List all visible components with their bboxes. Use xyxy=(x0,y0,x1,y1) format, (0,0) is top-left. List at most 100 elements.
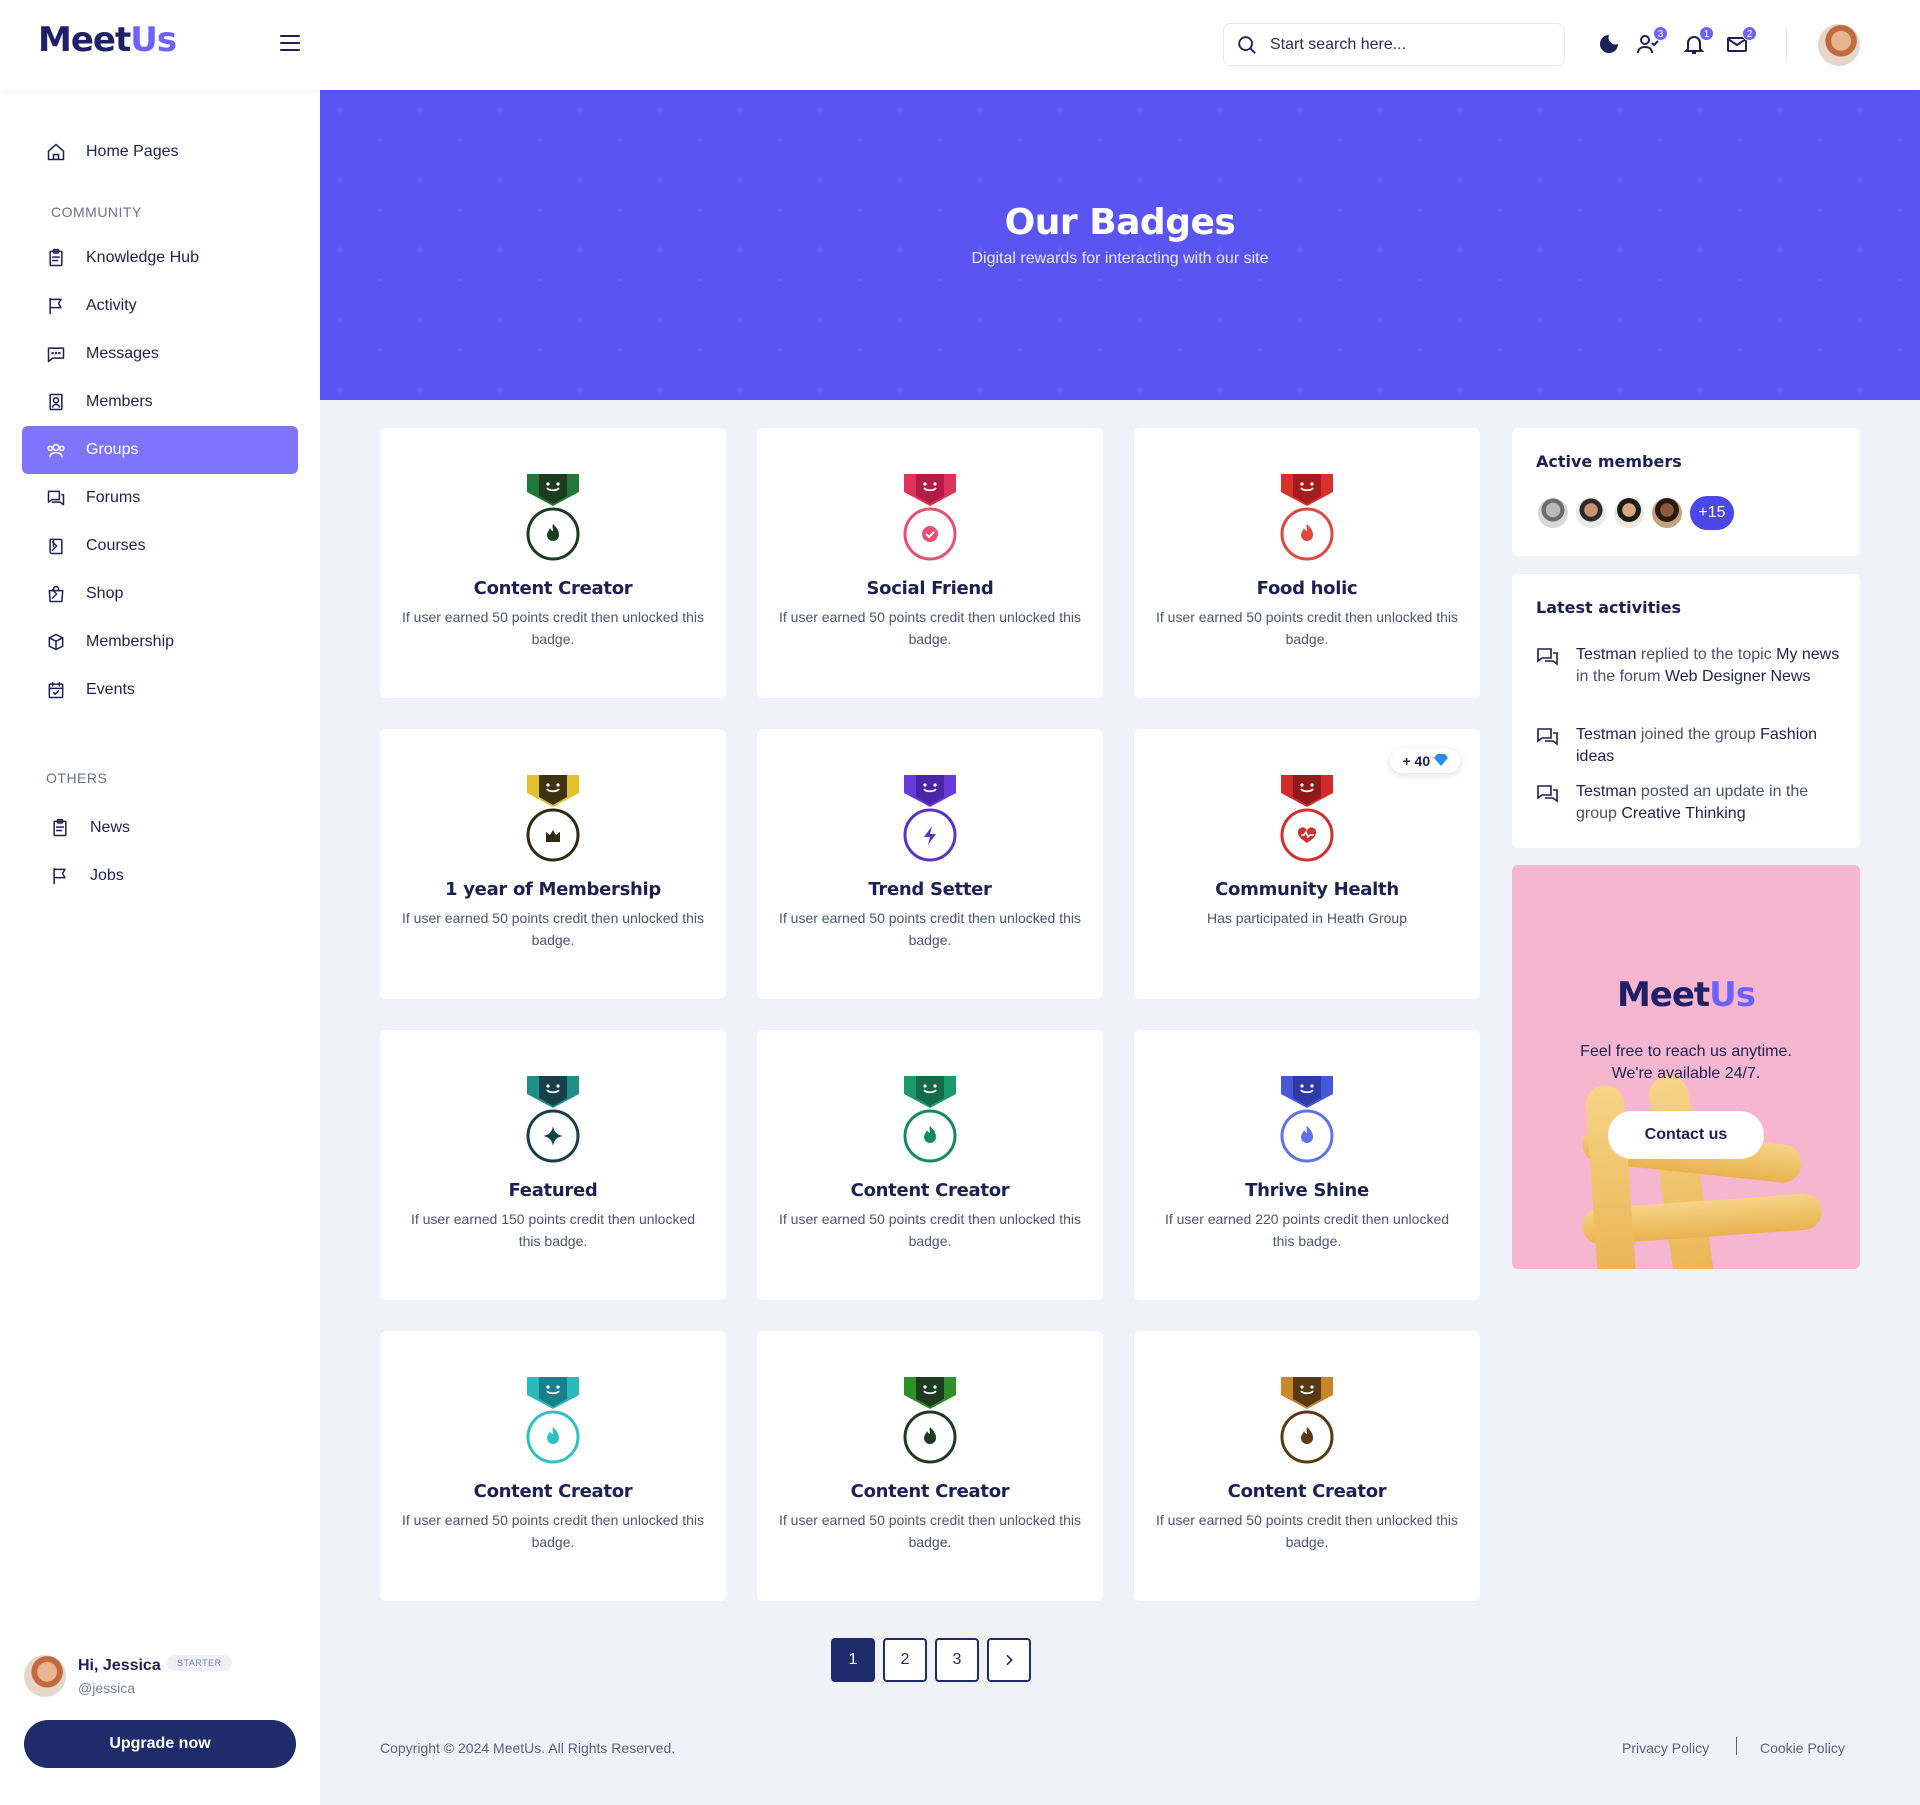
sidebar-item-groups[interactable]: Groups xyxy=(22,426,298,474)
sidebar-item-label: News xyxy=(90,819,131,836)
active-members-panel: Active members +15 xyxy=(1512,428,1860,556)
sidebar-item-knowledge-hub[interactable]: Knowledge Hub xyxy=(22,234,298,282)
sidebar-item-events[interactable]: Events xyxy=(22,666,298,714)
sidebar-item-label: Knowledge Hub xyxy=(86,249,199,266)
next-page-button[interactable] xyxy=(987,1638,1031,1682)
badge-title: Content Creator xyxy=(850,1481,1010,1502)
badge-card[interactable]: Content Creator If user earned 50 points … xyxy=(380,428,726,698)
mail-icon[interactable]: 2 xyxy=(1725,26,1757,58)
promo-logo: MeetUs xyxy=(1616,975,1756,1015)
id-card-icon xyxy=(49,393,63,411)
badge-title: Social Friend xyxy=(866,578,994,599)
sidebar-item-forums[interactable]: Forums xyxy=(22,474,298,522)
privacy-policy-link[interactable]: Privacy Policy xyxy=(1622,1740,1709,1756)
sidebar-item-courses[interactable]: Courses xyxy=(22,522,298,570)
activity-target[interactable]: Web Designer News xyxy=(1665,668,1811,685)
badge-title: Thrive Shine xyxy=(1245,1180,1369,1201)
page-1-button[interactable]: 1 xyxy=(831,1638,875,1682)
badge-title: Content Creator xyxy=(1227,1481,1387,1502)
badge-title: Food holic xyxy=(1256,578,1358,599)
badge-card[interactable]: Content Creator If user earned 50 points … xyxy=(1134,1331,1480,1601)
activity-text: replied to the topic xyxy=(1636,646,1777,663)
badge-card[interactable]: Content Creator If user earned 50 points … xyxy=(380,1331,726,1601)
sidebar-item-label: Forums xyxy=(86,489,141,506)
sidebar-item-shop[interactable]: Shop xyxy=(22,570,298,618)
activity-text: joined the group xyxy=(1636,726,1761,743)
mail-count-badge: 2 xyxy=(1742,26,1757,41)
badge-title: Featured xyxy=(508,1180,598,1201)
activity-target[interactable]: Creative Thinking xyxy=(1621,805,1745,822)
badge-card[interactable]: Community Health Has participated in Heat… xyxy=(1134,729,1480,999)
badge-description: If user earned 150 points credit then un… xyxy=(410,1211,696,1249)
sidebar-item-news[interactable]: News xyxy=(26,804,302,852)
badge-card[interactable]: Food holic If user earned 50 points credi… xyxy=(1134,428,1480,698)
more-members-button[interactable]: +15 xyxy=(1690,496,1734,530)
search-input[interactable] xyxy=(1270,34,1550,56)
sidebar-item-members[interactable]: Members xyxy=(22,378,298,426)
flame-medal-icon xyxy=(903,1076,957,1163)
user-avatar[interactable] xyxy=(1818,24,1860,66)
badge-card[interactable]: Trend Setter If user earned 50 points cre… xyxy=(757,729,1103,999)
badge-card[interactable]: Featured If user earned 150 points credit… xyxy=(380,1030,726,1300)
page-3-button[interactable]: 3 xyxy=(935,1638,979,1682)
badge-description: If user earned 50 points credit then unl… xyxy=(1156,609,1458,647)
member-avatar[interactable] xyxy=(1612,496,1646,530)
badge-description: Has participated in Heath Group xyxy=(1207,910,1407,926)
sidebar-item-home[interactable]: Home Pages xyxy=(22,128,298,176)
notification-bell-icon[interactable]: 1 xyxy=(1682,26,1714,58)
member-avatar[interactable] xyxy=(1574,496,1608,530)
clipboard-icon xyxy=(49,248,63,267)
user-card[interactable]: Hi, Jessica STARTER @jessica xyxy=(24,1655,304,1701)
sparkle-medal-icon xyxy=(526,1076,580,1163)
copyright: Copyright © 2024 MeetUs. All Rights Rese… xyxy=(380,1740,676,1756)
activity-target[interactable]: My news xyxy=(1776,646,1839,663)
panel-title: Active members xyxy=(1536,452,1682,471)
friends-icon[interactable]: 3 xyxy=(1636,26,1668,58)
sidebar-item-label: Groups xyxy=(86,441,139,458)
contact-promo: MeetUs Feel free to reach us anytime. We'… xyxy=(1512,865,1860,1269)
badge-description: If user earned 50 points credit then unl… xyxy=(779,609,1081,647)
member-avatar[interactable] xyxy=(1650,496,1684,530)
user-name: Hi, Jessica xyxy=(78,1657,161,1674)
header-divider xyxy=(1786,28,1787,62)
sidebar-item-messages[interactable]: Messages xyxy=(22,330,298,378)
badge-title: Trend Setter xyxy=(868,879,992,900)
activity-user[interactable]: Testman xyxy=(1576,783,1636,800)
search-box[interactable] xyxy=(1223,23,1565,66)
activity-user[interactable]: Testman xyxy=(1576,726,1636,743)
upgrade-button[interactable]: Upgrade now xyxy=(24,1720,296,1768)
badge-description: If user earned 50 points credit then unl… xyxy=(402,609,704,647)
badge-description: If user earned 220 points credit then un… xyxy=(1164,1211,1450,1249)
sidebar-item-label: Members xyxy=(86,393,153,410)
badge-card[interactable]: Thrive Shine If user earned 220 points cr… xyxy=(1134,1030,1480,1300)
logo[interactable]: MeetUs xyxy=(38,20,177,60)
badge-card[interactable]: Content Creator If user earned 50 points … xyxy=(757,1331,1103,1601)
chevron-right-icon xyxy=(51,588,58,600)
sidebar-item-membership[interactable]: Membership xyxy=(22,618,298,666)
badge-title: Content Creator xyxy=(850,1180,1010,1201)
page-2-button[interactable]: 2 xyxy=(883,1638,927,1682)
badge-title: Content Creator xyxy=(473,1481,633,1502)
sidebar-item-jobs[interactable]: Jobs xyxy=(26,852,302,900)
cookie-policy-link[interactable]: Cookie Policy xyxy=(1760,1740,1845,1756)
forum-icon xyxy=(47,490,65,506)
dark-mode-icon[interactable] xyxy=(1597,32,1623,58)
sidebar-item-label: Shop xyxy=(86,585,124,602)
sidebar-item-activity[interactable]: Activity xyxy=(22,282,298,330)
activity-user[interactable]: Testman xyxy=(1576,646,1636,663)
member-avatar[interactable] xyxy=(1536,496,1570,530)
badge-card[interactable]: Social Friend If user earned 50 points cr… xyxy=(757,428,1103,698)
contact-us-button[interactable]: Contact us xyxy=(1608,1111,1764,1159)
top-header: MeetUs 3 1 2 xyxy=(0,0,1920,90)
badge-title: Content Creator xyxy=(473,578,633,599)
check-badge-medal-icon xyxy=(903,474,957,561)
sidebar-item-label: Messages xyxy=(86,345,159,362)
home-icon xyxy=(47,143,65,161)
panel-title: Latest activities xyxy=(1536,598,1682,617)
search-icon xyxy=(1238,36,1256,54)
badge-card[interactable]: 1 year of Membership If user earned 50 po… xyxy=(380,729,726,999)
menu-toggle-icon[interactable] xyxy=(280,35,300,53)
calendar-icon xyxy=(48,681,64,699)
badge-card[interactable]: Content Creator If user earned 50 points … xyxy=(757,1030,1103,1300)
flame-medal-icon xyxy=(1280,1076,1334,1163)
